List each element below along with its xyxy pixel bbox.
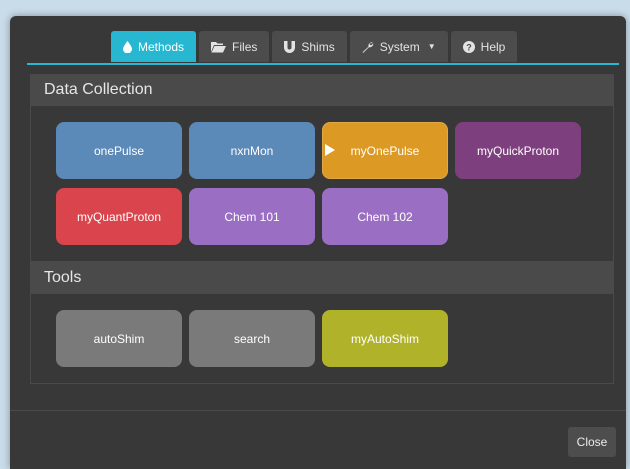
question-circle-icon: ? xyxy=(462,40,475,53)
method-button-myonepulse[interactable]: myOnePulse xyxy=(322,122,448,179)
folder-open-icon xyxy=(211,41,227,53)
methods-dialog: Methods Files Shims System ▼ ? Help Data… xyxy=(10,16,626,469)
tab-help-label: Help xyxy=(480,39,506,54)
method-button-chem-102[interactable]: Chem 102 xyxy=(322,188,448,245)
footer-divider xyxy=(10,410,626,411)
method-button-label: myQuantProton xyxy=(76,209,162,224)
tab-methods-label: Methods xyxy=(138,39,185,54)
tab-files[interactable]: Files xyxy=(199,31,270,62)
method-button-myquickproton[interactable]: myQuickProton xyxy=(455,122,581,179)
method-button-chem-101[interactable]: Chem 101 xyxy=(189,188,315,245)
tools-header: Tools xyxy=(30,262,614,294)
method-button-onepulse[interactable]: onePulse xyxy=(56,122,182,179)
tab-bar: Methods Files Shims System ▼ ? Help xyxy=(27,31,619,65)
tab-files-label: Files xyxy=(232,39,258,54)
tab-system-label: System xyxy=(379,39,420,54)
caret-down-icon: ▼ xyxy=(427,42,436,51)
tools-panel: autoShim search myAutoShim xyxy=(30,294,614,384)
tool-button-search[interactable]: search xyxy=(189,310,315,367)
drop-icon xyxy=(123,40,132,53)
tab-shims[interactable]: Shims xyxy=(272,31,347,62)
svg-text:?: ? xyxy=(466,42,472,52)
method-button-label: onePulse xyxy=(93,143,145,158)
tool-button-myautoshim[interactable]: myAutoShim xyxy=(322,310,448,367)
tool-button-autoshim[interactable]: autoShim xyxy=(56,310,182,367)
method-button-label: myOnePulse xyxy=(350,143,420,158)
method-button-label: nxnMon xyxy=(230,143,274,158)
close-button[interactable]: Close xyxy=(568,427,616,457)
tab-system[interactable]: System ▼ xyxy=(349,31,448,62)
magnet-icon xyxy=(284,40,296,53)
tool-button-label: myAutoShim xyxy=(350,331,420,346)
tab-methods[interactable]: Methods xyxy=(111,31,197,62)
method-button-label: myQuickProton xyxy=(476,143,560,158)
tool-button-label: autoShim xyxy=(93,331,145,346)
method-button-nxnmon[interactable]: nxnMon xyxy=(189,122,315,179)
method-button-label: Chem 102 xyxy=(357,209,413,224)
wrench-icon xyxy=(362,41,374,53)
data-collection-panel: onePulse nxnMon myOnePulse myQuickProton… xyxy=(30,106,614,262)
tab-shims-label: Shims xyxy=(301,39,335,54)
method-button-label: Chem 101 xyxy=(224,209,280,224)
play-icon xyxy=(325,144,335,156)
tool-button-label: search xyxy=(233,331,271,346)
tab-help[interactable]: ? Help xyxy=(450,31,518,62)
method-button-myquantproton[interactable]: myQuantProton xyxy=(56,188,182,245)
data-collection-header: Data Collection xyxy=(30,74,614,106)
